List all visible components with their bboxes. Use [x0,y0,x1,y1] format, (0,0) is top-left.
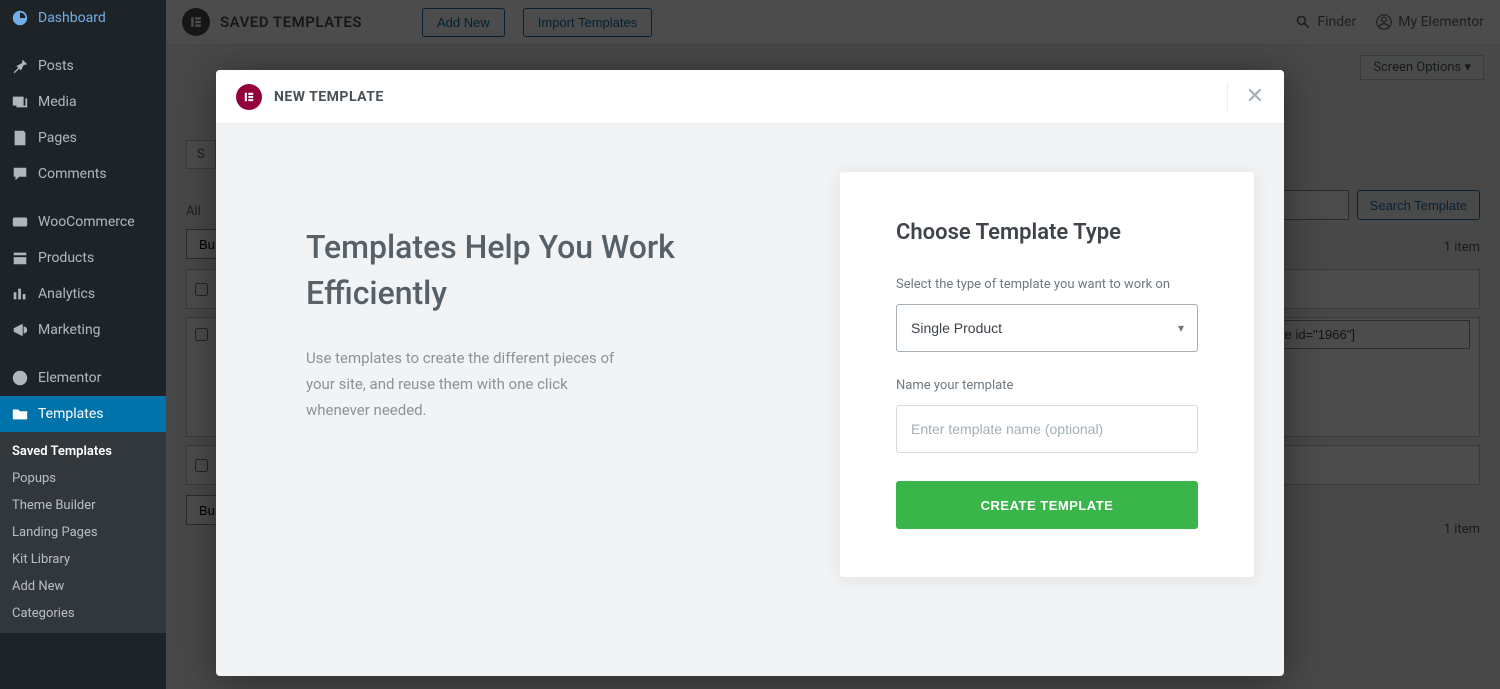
sidebar-label: Analytics [38,286,95,302]
folder-icon [10,404,30,424]
sidebar-item-marketing[interactable]: Marketing [0,312,166,348]
submenu-popups[interactable]: Popups [0,465,166,492]
sidebar-item-templates[interactable]: Templates [0,396,166,432]
sidebar-label: WooCommerce [38,214,135,230]
elementor-icon [10,368,30,388]
sidebar-label: Marketing [38,322,101,338]
sidebar-label: Media [38,94,77,110]
sidebar-label: Pages [38,130,77,146]
submenu-kit-library[interactable]: Kit Library [0,546,166,573]
modal-header: NEW TEMPLATE ✕ [216,70,1284,124]
sidebar-item-elementor[interactable]: Elementor [0,360,166,396]
media-icon [10,92,30,112]
analytics-icon [10,284,30,304]
comments-icon [10,164,30,184]
submenu-theme-builder[interactable]: Theme Builder [0,492,166,519]
modal-heading: Templates Help You Work Efficiently [306,224,750,317]
submenu-landing-pages[interactable]: Landing Pages [0,519,166,546]
sidebar-label: Products [38,250,94,266]
type-label: Select the type of template you want to … [896,277,1198,292]
close-icon[interactable]: ✕ [1227,82,1264,112]
new-template-modal: NEW TEMPLATE ✕ Templates Help You Work E… [216,70,1284,676]
sidebar-item-posts[interactable]: Posts [0,48,166,84]
sidebar-item-products[interactable]: Products [0,240,166,276]
template-type-select[interactable]: Single Product [896,304,1198,352]
admin-sidebar: Dashboard Posts Media Pages Comments Woo… [0,0,166,689]
sidebar-item-media[interactable]: Media [0,84,166,120]
sidebar-item-pages[interactable]: Pages [0,120,166,156]
submenu-categories[interactable]: Categories [0,600,166,627]
submenu-add-new[interactable]: Add New [0,573,166,600]
pin-icon [10,56,30,76]
modal-info-panel: Templates Help You Work Efficiently Use … [216,124,810,676]
sidebar-item-woocommerce[interactable]: WooCommerce [0,204,166,240]
modal-title: NEW TEMPLATE [274,89,384,105]
sidebar-label: Comments [38,166,107,182]
megaphone-icon [10,320,30,340]
create-template-button[interactable]: CREATE TEMPLATE [896,481,1198,529]
elementor-logo-icon [236,84,262,110]
sidebar-item-comments[interactable]: Comments [0,156,166,192]
sidebar-item-dashboard[interactable]: Dashboard [0,0,166,36]
template-name-input[interactable] [896,405,1198,453]
woo-icon [10,212,30,232]
templates-submenu: Saved Templates Popups Theme Builder Lan… [0,432,166,633]
sidebar-label: Posts [38,58,74,74]
products-icon [10,248,30,268]
name-label: Name your template [896,378,1198,393]
modal-description: Use templates to create the different pi… [306,345,626,424]
template-form: Choose Template Type Select the type of … [840,172,1254,577]
dashboard-icon [10,8,30,28]
pages-icon [10,128,30,148]
sidebar-label: Templates [38,406,104,422]
form-heading: Choose Template Type [896,220,1198,245]
sidebar-label: Elementor [38,370,101,386]
sidebar-item-analytics[interactable]: Analytics [0,276,166,312]
sidebar-label: Dashboard [38,10,106,26]
submenu-saved-templates[interactable]: Saved Templates [0,438,166,465]
